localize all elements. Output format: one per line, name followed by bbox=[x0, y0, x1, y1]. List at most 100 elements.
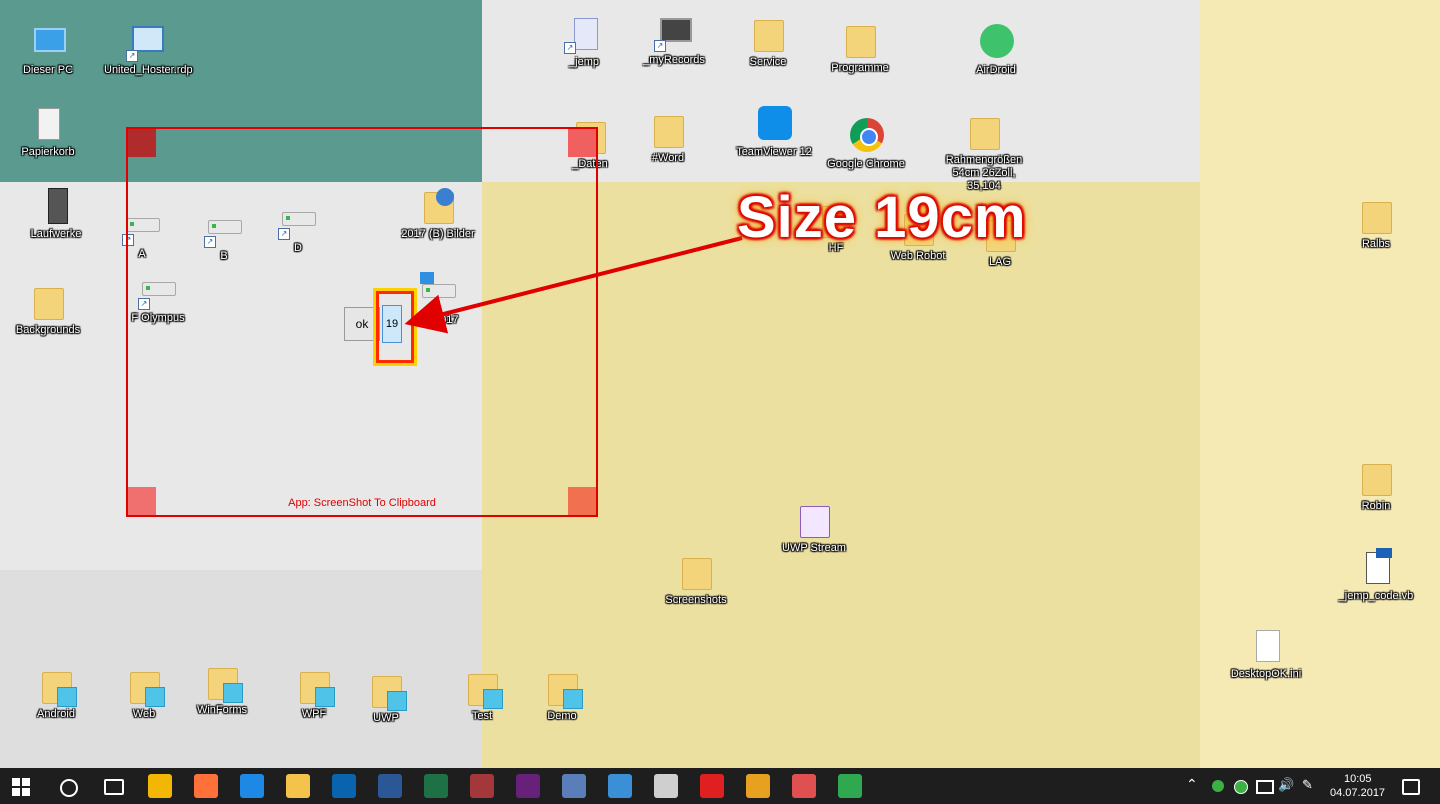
tray-green-icon[interactable] bbox=[1212, 780, 1224, 792]
tray-pen-icon[interactable]: ✎ bbox=[1302, 777, 1313, 793]
search-button[interactable] bbox=[60, 779, 78, 797]
start-button[interactable] bbox=[12, 778, 30, 796]
action-center-icon[interactable] bbox=[1402, 779, 1420, 795]
desktop-icon-word[interactable]: #Word bbox=[626, 110, 710, 165]
desktop-icon-desktopok[interactable]: DesktopOK.ini bbox=[1224, 626, 1308, 681]
desktop-icon-dieser-pc[interactable]: Dieser PC bbox=[6, 22, 90, 77]
clock-time[interactable]: 10:05 bbox=[1344, 773, 1372, 785]
desktop-icon-label: Programme bbox=[831, 62, 889, 74]
bin-icon bbox=[28, 104, 68, 144]
folder-icon bbox=[648, 110, 688, 150]
vsfolder-icon bbox=[794, 500, 834, 540]
desktop-icon-label: Web Robot bbox=[890, 250, 946, 262]
desktop-icon-label: Test bbox=[471, 710, 493, 722]
desktop-icon-uwp[interactable]: UWP bbox=[344, 670, 428, 725]
task-view-button[interactable] bbox=[104, 779, 124, 795]
desktop-icon-label: UWP bbox=[373, 712, 399, 724]
doc-icon: ↗ bbox=[564, 14, 604, 54]
desktop-icon-screenshots[interactable]: Screenshots bbox=[654, 552, 738, 607]
desktop-icon-label: Laufwerke bbox=[30, 228, 82, 240]
tray-volume-icon[interactable]: 🔊 bbox=[1278, 777, 1294, 793]
corner-handle-top-right[interactable] bbox=[568, 129, 596, 157]
folderblue-icon bbox=[542, 668, 582, 708]
outlook-taskbar-icon[interactable] bbox=[332, 774, 356, 798]
folder-icon bbox=[676, 552, 716, 592]
folderblue-icon bbox=[202, 662, 242, 702]
desktop-icon-label: _jemp_code.vb bbox=[1338, 590, 1414, 602]
edge-taskbar-icon[interactable] bbox=[240, 774, 264, 798]
excel-taskbar-icon[interactable] bbox=[424, 774, 448, 798]
tray-network-icon[interactable] bbox=[1256, 780, 1274, 794]
ok-button[interactable]: ok bbox=[344, 307, 380, 341]
desktop-icon-label: Screenshots bbox=[665, 594, 727, 606]
folder-icon bbox=[840, 20, 880, 60]
desktop-icon-android[interactable]: Android bbox=[14, 666, 98, 721]
paint-taskbar-icon[interactable] bbox=[838, 774, 862, 798]
screenshot-selection-frame[interactable]: App: ScreenShot To Clipboard ok 19 bbox=[126, 127, 598, 517]
tool-taskbar-icon[interactable] bbox=[608, 774, 632, 798]
access-taskbar-icon[interactable] bbox=[470, 774, 494, 798]
desktop-icon-myrecords[interactable]: ↗ _myRecords bbox=[632, 12, 716, 67]
desktop-icon-label: Backgrounds bbox=[15, 324, 81, 336]
firefox-taskbar-icon[interactable] bbox=[194, 774, 218, 798]
desktop-icon-ralbs[interactable]: Ralbs bbox=[1334, 196, 1418, 251]
desktop-icon-uwp-stream[interactable]: UWP Stream bbox=[772, 500, 856, 555]
ini-icon bbox=[1246, 626, 1286, 666]
desktop-icon-label: _myRecords bbox=[643, 54, 705, 66]
chrome-icon bbox=[846, 116, 886, 156]
desktop-icon-laufwerke[interactable]: Laufwerke bbox=[14, 186, 98, 241]
network-taskbar-icon[interactable] bbox=[562, 774, 586, 798]
desktop-icon-label: Demo bbox=[547, 710, 577, 722]
clock-date[interactable]: 04.07.2017 bbox=[1330, 787, 1385, 799]
desktop-icon-jemp-code[interactable]: _jemp_code.vb bbox=[1334, 548, 1418, 603]
archive-taskbar-icon[interactable] bbox=[746, 774, 770, 798]
desktop-icon-test[interactable]: Test bbox=[440, 668, 524, 723]
word-taskbar-icon[interactable] bbox=[378, 774, 402, 798]
folderblue-icon bbox=[124, 666, 164, 706]
desktop-icon-united-hoster[interactable]: ↗ United_Hoster.rdp bbox=[104, 22, 193, 77]
window-taskbar-icon[interactable] bbox=[792, 774, 816, 798]
desktop-icon-label: #Word bbox=[651, 152, 685, 164]
pc-icon bbox=[28, 22, 68, 62]
windows-logo-icon bbox=[12, 778, 30, 796]
snip-taskbar-icon[interactable] bbox=[654, 774, 678, 798]
corner-handle-top-left[interactable] bbox=[128, 129, 156, 157]
desktop-icon-chrome[interactable]: Google Chrome bbox=[824, 116, 908, 171]
desktop-icon-label: Dieser PC bbox=[22, 64, 74, 76]
folder-icon bbox=[1356, 196, 1396, 236]
explorer-taskbar-icon[interactable] bbox=[286, 774, 310, 798]
folder-icon bbox=[748, 14, 788, 54]
desktop-icon-label: _jemp bbox=[569, 56, 599, 68]
size-input[interactable]: 19 bbox=[382, 305, 402, 343]
desktop-icon-label: AirDroid bbox=[976, 64, 1016, 76]
tray-sync-icon[interactable] bbox=[1234, 780, 1248, 794]
desktop-icon-programme[interactable]: Programme bbox=[818, 20, 902, 75]
desktop-icon-label: Android bbox=[37, 708, 75, 720]
desktop-icon-backgrounds[interactable]: Backgrounds bbox=[6, 282, 90, 337]
desktop-icon-winforms[interactable]: WinForms bbox=[180, 662, 264, 717]
desktop-icon-label: United_Hoster.rdp bbox=[104, 64, 193, 76]
desktop-icon-demo[interactable]: Demo bbox=[520, 668, 604, 723]
monitor-icon: ↗ bbox=[654, 12, 694, 52]
desktop-icon-label: UWP Stream bbox=[782, 542, 846, 554]
chrome-taskbar-icon[interactable] bbox=[148, 774, 172, 798]
desktop-icon-airdroid[interactable]: AirDroid bbox=[954, 22, 1038, 77]
desktop-icon-robin[interactable]: Robin bbox=[1334, 458, 1418, 513]
app-caption: App: ScreenShot To Clipboard bbox=[288, 497, 436, 509]
vb-icon bbox=[1356, 548, 1396, 588]
rdp-icon: ↗ bbox=[126, 22, 166, 62]
visualstudio-taskbar-icon[interactable] bbox=[516, 774, 540, 798]
desktop-icon-papierkorb[interactable]: Papierkorb bbox=[6, 104, 90, 159]
taskbar: ⌃ 🔊 ✎ 10:05 04.07.2017 bbox=[0, 768, 1440, 804]
record-taskbar-icon[interactable] bbox=[700, 774, 724, 798]
desktop-icon-label: Google Chrome bbox=[827, 158, 905, 170]
folderblue-icon bbox=[36, 666, 76, 706]
desktop-icon-teamviewer[interactable]: TeamViewer 12 bbox=[732, 104, 816, 159]
desktop-icon-web[interactable]: Web bbox=[102, 666, 186, 721]
desktop-icon-rahmen[interactable]: Rahmengrößen 54cm 26Zoll, 35,104 bbox=[942, 112, 1026, 193]
desktop-icon-label: Papierkorb bbox=[21, 146, 75, 158]
desktop-icon-jemp[interactable]: ↗ _jemp bbox=[542, 14, 626, 69]
tray-chevron-icon[interactable]: ⌃ bbox=[1186, 776, 1198, 793]
desktop-icon-service[interactable]: Service bbox=[726, 14, 810, 69]
teamviewer-icon bbox=[754, 104, 794, 144]
